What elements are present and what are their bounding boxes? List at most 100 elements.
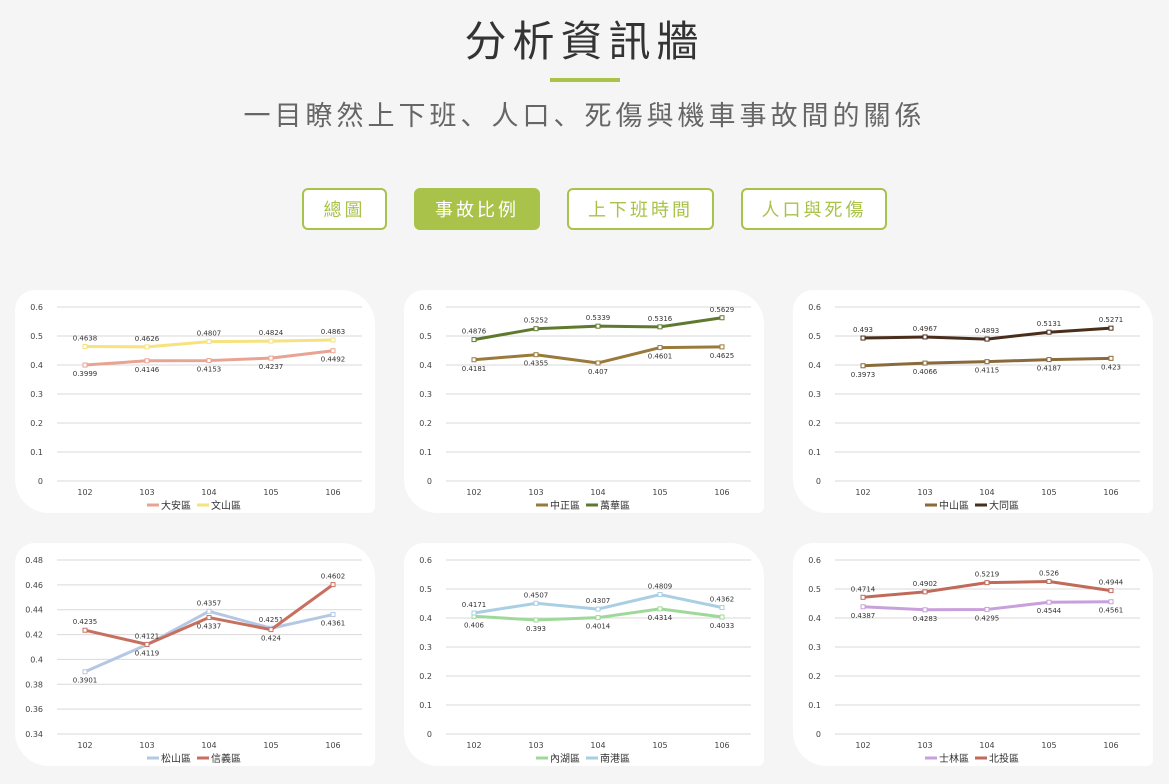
data-point — [922, 334, 928, 340]
data-point — [922, 607, 928, 613]
data-label: 0.4902 — [913, 580, 938, 588]
data-label: 0.4362 — [710, 596, 735, 604]
y-tick-label: 0 — [38, 477, 43, 486]
data-label: 0.3973 — [851, 371, 876, 379]
data-label: 0.4066 — [913, 368, 938, 376]
data-label: 0.4561 — [1099, 607, 1124, 615]
data-point — [144, 641, 150, 647]
x-tick-label: 104 — [590, 488, 605, 497]
data-label: 0.4119 — [135, 650, 160, 658]
data-point — [984, 580, 990, 586]
data-label: 0.3999 — [73, 370, 98, 378]
data-point — [719, 315, 725, 321]
data-point — [330, 612, 336, 618]
legend-label: 士林區 — [939, 752, 969, 765]
data-point — [1108, 325, 1114, 331]
data-label: 0.4237 — [259, 363, 284, 371]
legend-label: 內湖區 — [550, 753, 580, 765]
x-tick-label: 106 — [325, 741, 340, 750]
line-chart: 0 0.1 0.2 0.3 0.4 0.5 0.6 102 103 104 105 106 0.406 0… — [419, 556, 751, 765]
data-point — [144, 358, 150, 364]
data-point — [1108, 355, 1114, 361]
y-tick-label: 0.4 — [808, 361, 821, 370]
y-tick-label: 0.6 — [808, 556, 821, 565]
data-label: 0.4357 — [197, 599, 222, 607]
y-tick-label: 0.2 — [30, 419, 43, 428]
legend-label: 大安區 — [161, 499, 191, 512]
data-point — [82, 343, 88, 349]
data-label: 0.4361 — [321, 620, 346, 628]
data-label: 0.5219 — [975, 571, 1000, 579]
data-point — [1046, 329, 1052, 335]
data-label: 0.4235 — [73, 618, 98, 626]
data-label: 0.4809 — [648, 583, 673, 591]
x-tick-label: 106 — [714, 488, 729, 497]
data-point — [330, 337, 336, 343]
data-point — [533, 352, 539, 358]
x-tick-label: 106 — [714, 741, 729, 750]
data-point — [268, 627, 274, 633]
data-point — [471, 610, 477, 616]
data-label: 0.4314 — [648, 614, 673, 622]
y-tick-label: 0 — [816, 730, 821, 739]
data-label: 0.393 — [526, 625, 546, 633]
y-tick-label: 0.5 — [419, 585, 432, 594]
data-label: 0.493 — [853, 326, 873, 334]
data-point — [984, 606, 990, 612]
y-tick-label: 0.4 — [419, 614, 432, 623]
y-tick-label: 0.4 — [419, 361, 432, 370]
data-point — [1108, 588, 1114, 594]
data-point — [860, 363, 866, 369]
x-tick-label: 104 — [979, 741, 994, 750]
y-tick-label: 0.6 — [419, 556, 432, 565]
x-tick-label: 103 — [528, 488, 543, 497]
data-point — [657, 606, 663, 612]
chart-card-zhongzheng-wanhua: 0 0.1 0.2 0.3 0.4 0.5 0.6 102 103 104 105 106 0.4181… — [404, 290, 764, 513]
data-label: 0.526 — [1039, 569, 1060, 577]
chart-card-songshan-xinyi: 0.34 0.36 0.38 0.4 0.42 0.44 0.46 0.48 102 103 104… — [15, 543, 375, 766]
title-underline — [550, 78, 620, 82]
data-label: 0.4602 — [321, 573, 346, 581]
data-label: 0.4626 — [135, 335, 160, 343]
y-tick-label: 0.1 — [30, 448, 43, 457]
data-point — [82, 362, 88, 368]
y-tick-label: 0.5 — [419, 332, 432, 341]
y-tick-label: 0.44 — [25, 606, 43, 615]
data-label: 0.4492 — [321, 356, 346, 364]
data-label: 0.4544 — [1037, 607, 1062, 615]
data-label: 0.4714 — [851, 585, 876, 593]
data-label: 0.4307 — [586, 597, 611, 605]
y-tick-label: 0.2 — [419, 419, 432, 428]
data-label: 0.4601 — [648, 353, 673, 361]
data-label: 0.4863 — [321, 328, 346, 336]
legend-label: 南港區 — [600, 752, 630, 765]
data-point — [1046, 599, 1052, 605]
x-tick-label: 106 — [1103, 741, 1118, 750]
data-label: 0.4507 — [524, 591, 549, 599]
y-tick-label: 0.3 — [808, 643, 821, 652]
chart-card-daan-wenshan: 0 0.1 0.2 0.3 0.4 0.5 0.6 102 103 104 105 106 0.3999… — [15, 290, 375, 513]
data-point — [657, 592, 663, 598]
data-label: 0.4337 — [197, 623, 222, 631]
data-point — [595, 615, 601, 621]
tab-overview[interactable]: 總圖 — [302, 188, 387, 230]
chart-card-neihu-nangang: 0 0.1 0.2 0.3 0.4 0.5 0.6 102 103 104 105 106 0.406 0… — [404, 543, 764, 766]
data-point — [860, 335, 866, 341]
data-label: 0.4355 — [524, 360, 549, 368]
data-point — [719, 605, 725, 611]
x-tick-label: 103 — [139, 488, 154, 497]
tab-population-casualties[interactable]: 人口與死傷 — [741, 188, 887, 230]
series-line — [84, 583, 334, 646]
y-tick-label: 0.1 — [419, 701, 432, 710]
chart-card-zhongshan-datong: 0 0.1 0.2 0.3 0.4 0.5 0.6 102 103 104 105 106 0.3973… — [793, 290, 1153, 513]
data-label: 0.3901 — [73, 677, 98, 685]
tab-commute-time[interactable]: 上下班時間 — [567, 188, 714, 230]
tab-accident-ratio[interactable]: 事故比例 — [414, 188, 540, 230]
y-tick-label: 0.38 — [25, 680, 43, 689]
x-tick-label: 102 — [466, 488, 481, 497]
data-point — [657, 345, 663, 351]
data-point — [471, 357, 477, 363]
y-tick-label: 0.1 — [808, 448, 821, 457]
x-tick-label: 105 — [652, 741, 667, 750]
data-label: 0.5252 — [524, 317, 549, 325]
